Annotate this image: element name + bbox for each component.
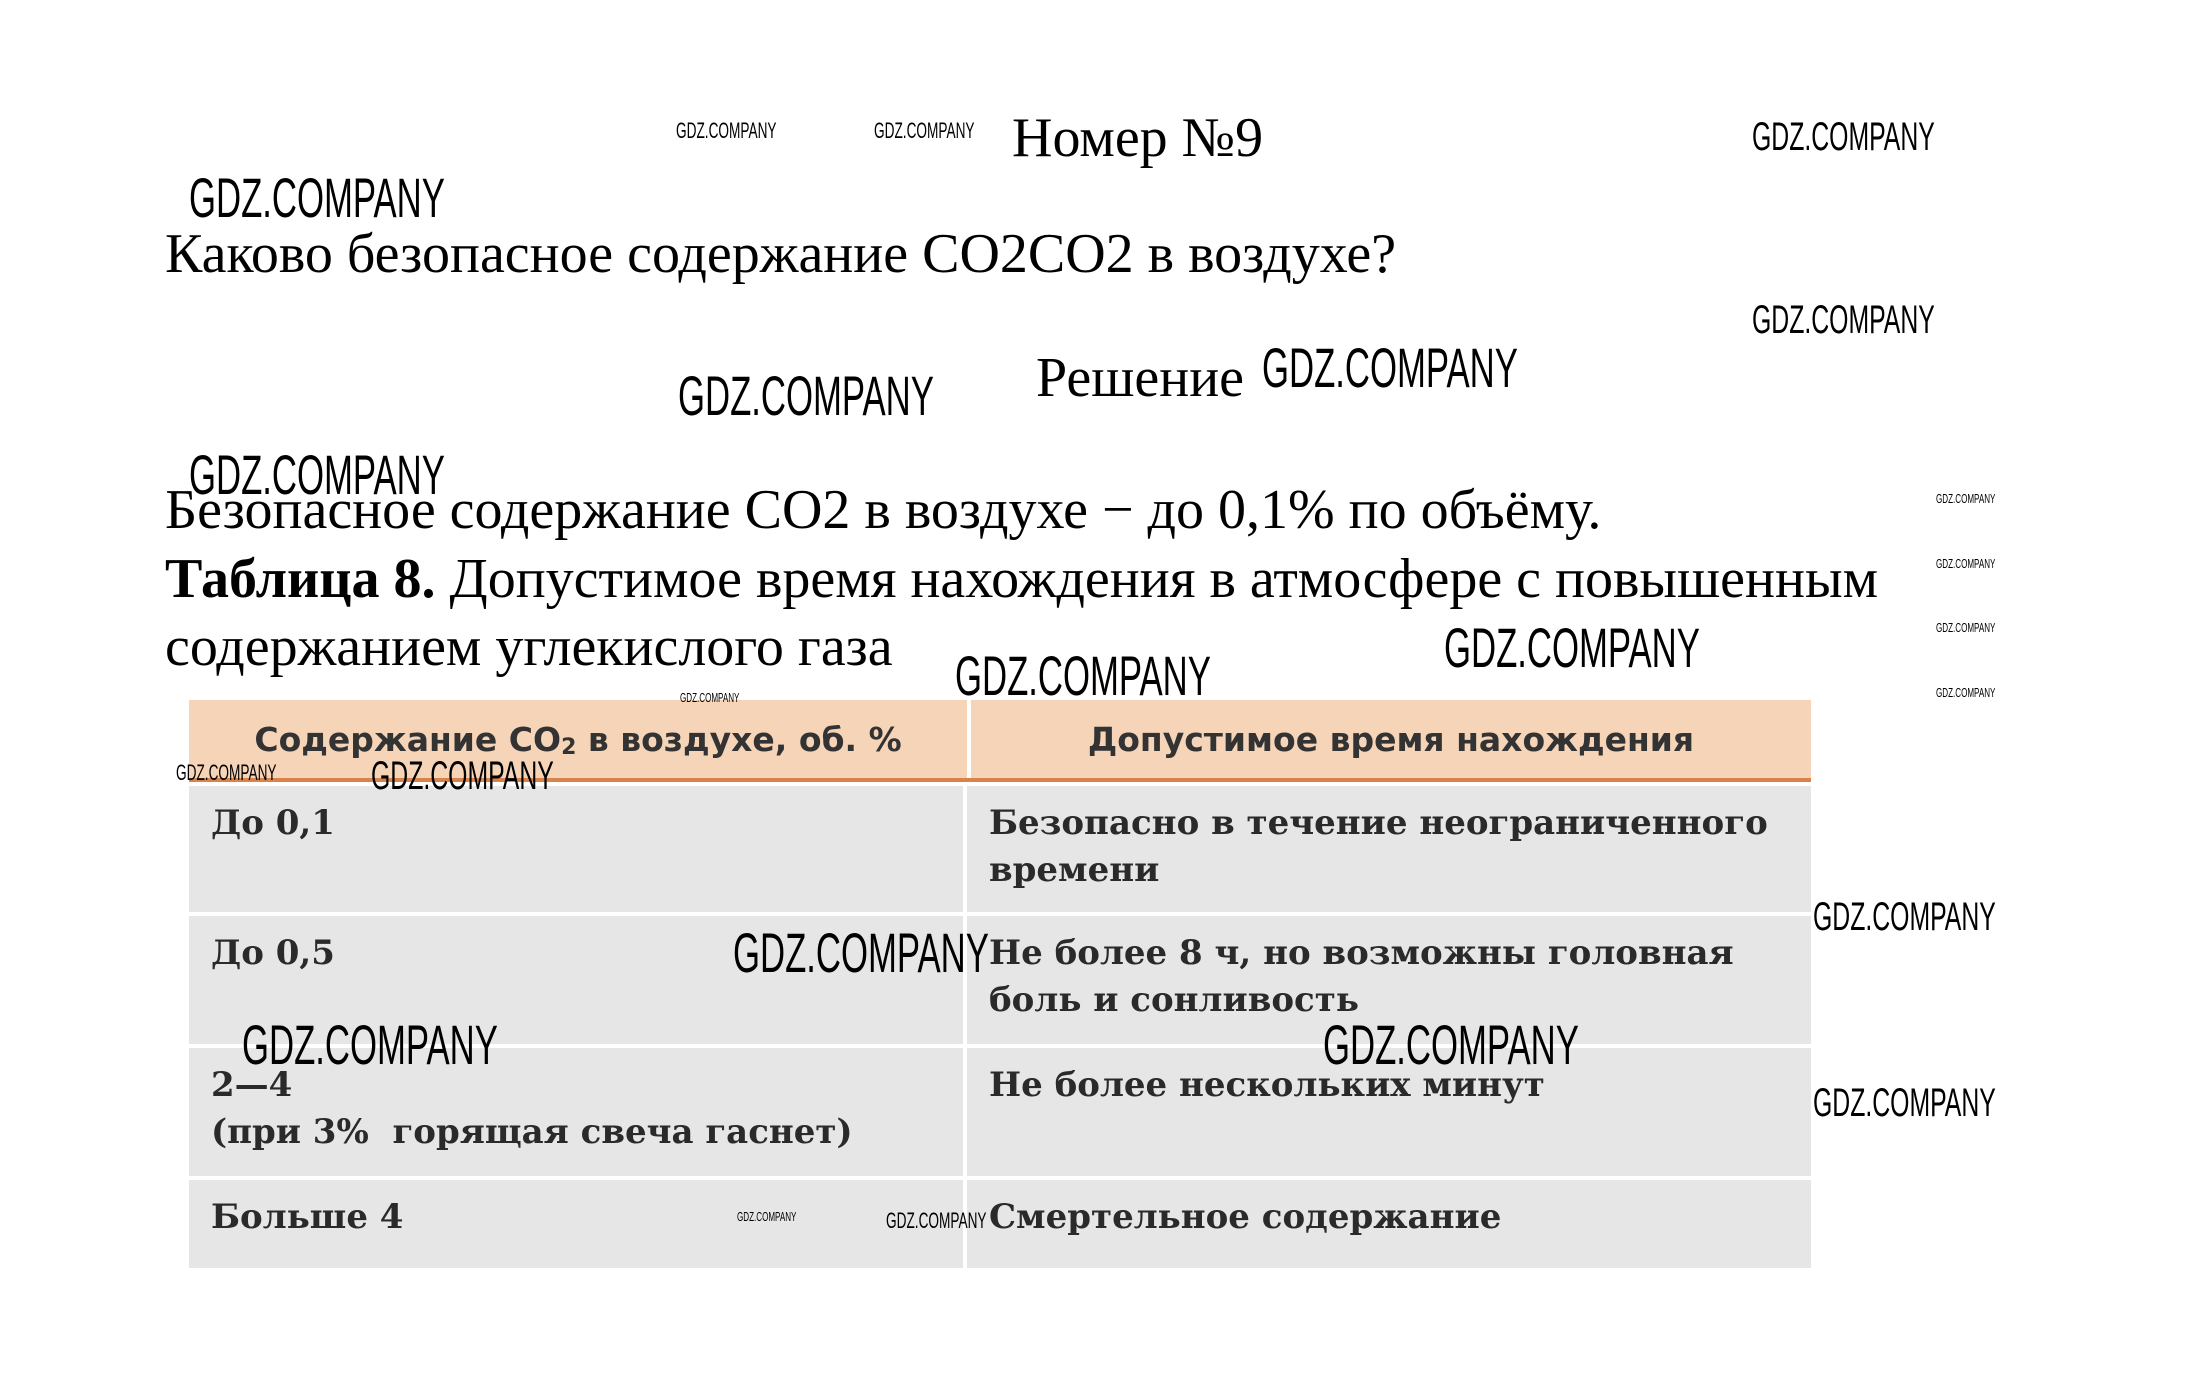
watermark: GDZ.COMPANY [955,644,1211,707]
cell-allowed-time: Смертельное содержание [967,1180,1811,1268]
header-allowed-time: Допустимое время нахождения [1087,719,1695,759]
watermark: GDZ.COMPANY [1813,1081,1996,1125]
watermark: GDZ.COMPANY [1936,685,1996,700]
cell-line: Смертельное содержание [989,1197,1502,1237]
header-col1-suffix: в воздухе, об. % [576,719,902,759]
header-col1-prefix: Содержание CO [254,719,562,759]
watermark: GDZ.COMPANY [189,443,445,506]
watermark: GDZ.COMPANY [678,364,934,427]
watermark: GDZ.COMPANY [1813,895,1996,939]
header-col1-subscript: 2 [561,734,577,760]
cell-co2-content: До 0,1 [189,786,967,912]
cell-co2-content: Больше 4 [189,1180,967,1268]
cell-line: (при 3% горящая свеча гаснет) [211,1112,853,1152]
table-row: Больше 4 Смертельное содержание [189,1176,1811,1268]
watermark: GDZ.COMPANY [676,118,777,143]
watermark: GDZ.COMPANY [1323,1013,1579,1076]
watermark: GDZ.COMPANY [886,1208,987,1233]
watermark: GDZ.COMPANY [1936,620,1996,635]
watermark: GDZ.COMPANY [874,118,975,143]
watermark: GDZ.COMPANY [1752,298,1935,342]
watermark: GDZ.COMPANY [1936,491,1996,506]
cell-allowed-time: Безопасно в течение неограниченного врем… [967,786,1811,912]
watermark: GDZ.COMPANY [1936,556,1996,571]
watermark: GDZ.COMPANY [1262,336,1518,399]
watermark: GDZ.COMPANY [733,921,989,984]
solution-label: Решение [1036,347,1245,409]
cell-line: Безопасно в течение неограниченного [989,803,1768,843]
watermark: GDZ.COMPANY [371,754,554,798]
header-co2-content: Содержание CO 2 в воздухе, об. % [189,700,971,778]
cell-line: времени [989,850,1160,890]
watermark: GDZ.COMPANY [176,760,277,785]
watermark: GDZ.COMPANY [189,166,445,229]
question-text: Каково безопасное содержание CO2CO2 в во… [165,223,1397,285]
table-row: До 0,1 Безопасно в течение неограниченно… [189,782,1811,912]
cell-line: Не более 8 ч, но возможны головная [989,933,1734,973]
cell-line: Больше 4 [211,1197,404,1237]
watermark: GDZ.COMPANY [242,1013,498,1076]
table-caption-label: Таблица 8. [165,548,436,610]
watermark: GDZ.COMPANY [737,1209,797,1224]
problem-number-title: Номер №9 [1012,107,1264,169]
watermark: GDZ.COMPANY [680,690,740,705]
watermark: GDZ.COMPANY [1444,616,1700,679]
watermark: GDZ.COMPANY [1752,115,1935,159]
cell-line: До 0,1 [211,803,335,843]
